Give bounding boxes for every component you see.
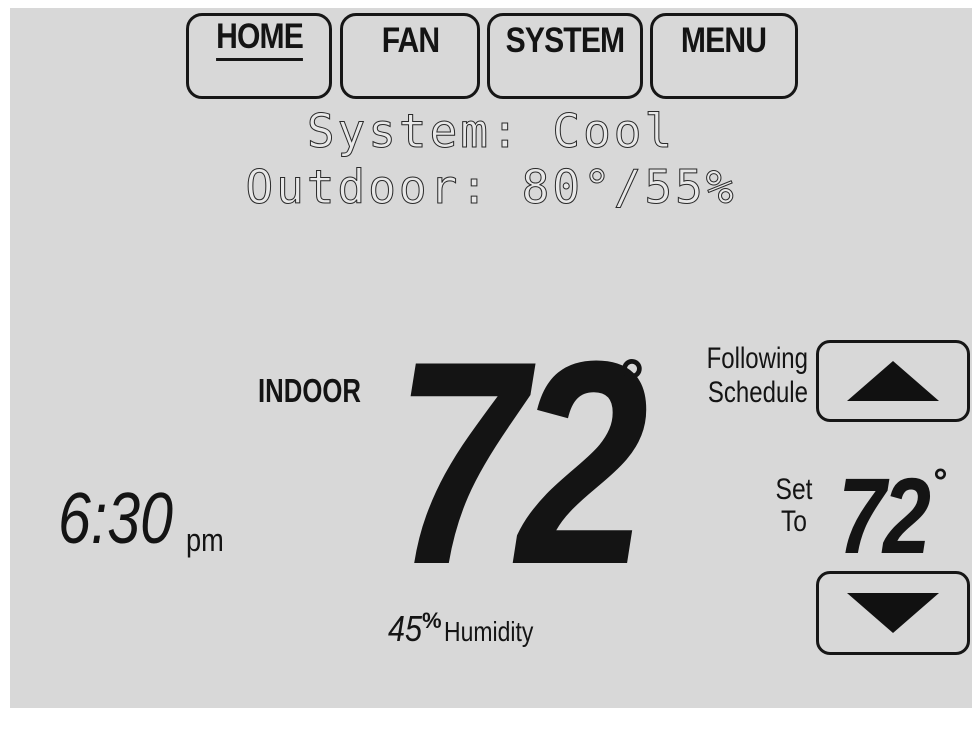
setpoint-label: Set To: [768, 474, 820, 538]
humidity-value: 45: [388, 608, 423, 649]
system-mode-text: System: Cool: [306, 104, 676, 159]
home-button-label: HOME: [215, 16, 303, 61]
clock-time: 6:30: [58, 479, 173, 559]
clock-period-wrap: pm: [186, 522, 230, 559]
indoor-label: INDOOR: [258, 372, 361, 409]
schedule-line2: Schedule: [707, 376, 808, 409]
temp-up-button[interactable]: [816, 340, 970, 422]
menu-button-label: MENU: [681, 21, 767, 60]
outdoor-conditions-text: Outdoor: 80°/55%: [245, 160, 737, 215]
clock: 6:30: [58, 478, 198, 560]
menu-button[interactable]: MENU: [650, 13, 798, 99]
setpoint-label-line2: To: [781, 505, 807, 538]
temp-down-button[interactable]: [816, 571, 970, 655]
down-triangle-icon: [847, 593, 939, 633]
up-triangle-icon: [847, 361, 939, 401]
thermostat-screen: HOME FAN SYSTEM MENU System: Cool Outdoo…: [10, 8, 972, 708]
fan-button-label: FAN: [381, 21, 439, 60]
setpoint-temperature: 72: [838, 455, 931, 576]
indoor-label-wrap: INDOOR: [258, 372, 390, 410]
fan-button[interactable]: FAN: [340, 13, 480, 99]
home-button[interactable]: HOME: [186, 13, 332, 99]
system-button-label: SYSTEM: [505, 21, 625, 60]
clock-period: pm: [186, 522, 224, 558]
schedule-status: Following Schedule: [680, 342, 808, 410]
humidity-unit: %: [422, 608, 442, 633]
indoor-temperature-wrap: 72: [394, 301, 693, 625]
system-button[interactable]: SYSTEM: [487, 13, 643, 99]
humidity-readout: 45%Humidity: [388, 608, 553, 650]
indoor-temperature: 72: [394, 301, 649, 625]
schedule-line1: Following: [706, 342, 808, 375]
humidity-label: Humidity: [443, 616, 533, 647]
setpoint-label-line1: Set: [775, 473, 813, 506]
indoor-degree-symbol: °: [617, 349, 647, 419]
setpoint-degree-symbol: °: [932, 463, 949, 503]
